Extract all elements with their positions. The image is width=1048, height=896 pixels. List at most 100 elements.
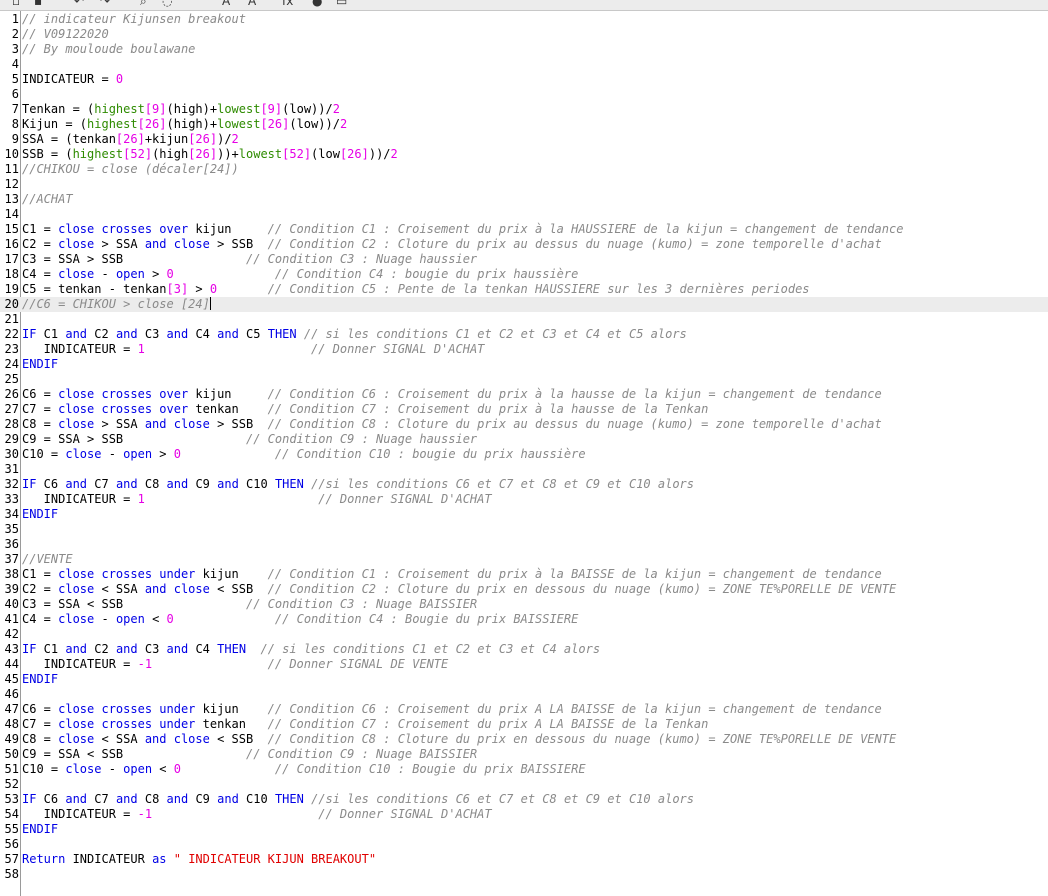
code-line[interactable]: 24 ENDIF <box>0 357 1048 372</box>
code-line[interactable]: 44 INDICATEUR = -1 // Donner SIGNAL DE V… <box>0 657 1048 672</box>
code-text: //ACHAT <box>22 192 73 207</box>
code-line[interactable]: 16 C2 = close > SSA and close > SSB // Co… <box>0 237 1048 252</box>
code-line[interactable]: 7 Tenkan = (highest[9](high)+lowest[9](lo… <box>0 102 1048 117</box>
code-line[interactable]: 19 C5 = tenkan - tenkan[3] > 0 // Conditi… <box>0 282 1048 297</box>
code-line[interactable]: 33 INDICATEUR = 1 // Donner SIGNAL D'ACH… <box>0 492 1048 507</box>
code-line[interactable]: 3// By mouloude boulawane <box>0 42 1048 57</box>
new-file-icon[interactable]: ▫ <box>12 0 20 8</box>
code-line[interactable]: 15 C1 = close crosses over kijun // Condi… <box>0 222 1048 237</box>
code-line[interactable]: 1// indicateur Kijunsen breakout <box>0 12 1048 27</box>
code-line[interactable]: 47 C6 = close crosses under kijun // Cond… <box>0 702 1048 717</box>
number-token: 2 <box>390 147 398 161</box>
code-line[interactable]: 52 <box>0 777 1048 792</box>
code-line[interactable]: 42 <box>0 627 1048 642</box>
function-icon[interactable]: fx <box>282 0 293 8</box>
line-number: 3 <box>11 42 19 56</box>
code-editor[interactable]: 1// indicateur Kijunsen breakout 2// V091… <box>0 12 1048 882</box>
undo-icon[interactable]: ↶ <box>74 0 84 8</box>
code-line[interactable]: 28 C8 = close > SSA and close > SSB // Co… <box>0 417 1048 432</box>
code-line[interactable]: 10 SSB = (highest[52](high[26]))+lowest[5… <box>0 147 1048 162</box>
code-line[interactable]: 25 <box>0 372 1048 387</box>
code-line[interactable]: 53 IF C6 and C7 and C8 and C9 and C10 THE… <box>0 792 1048 807</box>
keyword-token: THEN <box>274 792 304 806</box>
code-text: Return INDICATEUR as " INDICATEUR KIJUN … <box>22 852 376 867</box>
keyword-token: close <box>65 762 102 776</box>
code-line[interactable]: 17 C3 = SSA > SSB // Condition C3 : Nuage… <box>0 252 1048 267</box>
code-line[interactable]: 12 <box>0 177 1048 192</box>
code-line[interactable]: 37//VENTE <box>0 552 1048 567</box>
keyword-token: close <box>58 582 95 596</box>
code-text: SSA = (tenkan[26]+kijun[26])/2 <box>22 132 239 147</box>
code-line[interactable]: 46 <box>0 687 1048 702</box>
open-folder-icon[interactable]: ▪ <box>34 0 42 8</box>
code-line[interactable]: 35 <box>0 522 1048 537</box>
code-line[interactable]: 21 <box>0 312 1048 327</box>
code-line[interactable]: 54 INDICATEUR = -1 // Donner SIGNAL D'AC… <box>0 807 1048 822</box>
code-line[interactable]: 50 C9 = SSA < SSB // Condition C9 : Nuage… <box>0 747 1048 762</box>
help-icon[interactable]: ● <box>312 0 322 8</box>
keyword-token: open <box>115 612 145 626</box>
line-number: 45 <box>4 672 19 686</box>
code-line[interactable]: 23 INDICATEUR = 1 // Donner SIGNAL D'ACH… <box>0 342 1048 357</box>
font-decrease-icon[interactable]: A <box>248 0 256 8</box>
number-token: 1 <box>137 492 145 506</box>
function-token: lowest <box>217 102 261 116</box>
code-line[interactable]: 32 IF C6 and C7 and C8 and C9 and C10 THE… <box>0 477 1048 492</box>
line-number: 17 <box>4 252 19 266</box>
code-line[interactable]: 34 ENDIF <box>0 507 1048 522</box>
code-line[interactable]: 2// V09122020 <box>0 27 1048 42</box>
code-line[interactable]: 49 C8 = close < SSA and close < SSB // Co… <box>0 732 1048 747</box>
code-line[interactable]: 36 <box>0 537 1048 552</box>
keyword-token: ENDIF <box>22 822 59 836</box>
code-text: C10 = close - open > 0 // Condition C10 … <box>22 447 586 462</box>
code-line[interactable]: 57 Return INDICATEUR as " INDICATEUR KIJU… <box>0 852 1048 867</box>
code-line[interactable]: 39 C2 = close < SSA and close < SSB // Co… <box>0 582 1048 597</box>
code-line[interactable]: 31 <box>0 462 1048 477</box>
comment-token: // si les conditions C1 et C2 et C3 et C… <box>260 642 601 656</box>
print-icon[interactable]: ▭ <box>336 0 347 8</box>
code-line[interactable]: 41 C4 = close - open < 0 // Condition C4 … <box>0 612 1048 627</box>
comment-token: // By mouloude boulawane <box>22 42 196 56</box>
code-line[interactable]: 4 <box>0 57 1048 72</box>
code-token: C2 = <box>22 237 59 251</box>
redo-icon[interactable]: ↷ <box>100 0 110 8</box>
code-line[interactable]: 27 C7 = close crosses over tenkan // Cond… <box>0 402 1048 417</box>
function-token: highest <box>72 147 124 161</box>
code-text: //VENTE <box>22 552 73 567</box>
code-token: < <box>152 762 174 776</box>
font-increase-icon[interactable]: A <box>222 0 230 8</box>
code-line[interactable]: 6 <box>0 87 1048 102</box>
code-line[interactable]: 40 C3 = SSA < SSB // Condition C3 : Nuage… <box>0 597 1048 612</box>
code-line[interactable]: 55 ENDIF <box>0 822 1048 837</box>
code-line[interactable]: 22 IF C1 and C2 and C3 and C4 and C5 THEN… <box>0 327 1048 342</box>
code-token: < SSB <box>209 732 268 746</box>
code-line[interactable]: 30 C10 = close - open > 0 // Condition C1… <box>0 447 1048 462</box>
code-token: ))+ <box>217 147 239 161</box>
number-token: 0 <box>166 612 174 626</box>
code-line[interactable]: 11//CHIKOU = close (décaler[24]) <box>0 162 1048 177</box>
code-line[interactable]: 5 INDICATEUR = 0 <box>0 72 1048 87</box>
code-token: C4 <box>188 642 218 656</box>
code-token: C1 <box>36 642 66 656</box>
search-icon[interactable]: ⌕ <box>140 0 147 8</box>
code-line[interactable]: 38 C1 = close crosses under kijun // Cond… <box>0 567 1048 582</box>
code-line[interactable]: 26 C6 = close crosses over kijun // Condi… <box>0 387 1048 402</box>
code-line[interactable]: 20//C6 = CHIKOU > close [24] <box>0 297 1048 312</box>
code-line[interactable]: 8 Kijun = (highest[26](high)+lowest[26](l… <box>0 117 1048 132</box>
code-line[interactable]: 45 ENDIF <box>0 672 1048 687</box>
code-line[interactable]: 48 C7 = close crosses under tenkan // Con… <box>0 717 1048 732</box>
code-line[interactable]: 43 IF C1 and C2 and C3 and C4 THEN // si … <box>0 642 1048 657</box>
code-line[interactable]: 58 <box>0 867 1048 882</box>
code-line[interactable]: 13//ACHAT <box>0 192 1048 207</box>
code-text: C8 = close > SSA and close > SSB // Cond… <box>22 417 882 432</box>
code-line[interactable]: 14 <box>0 207 1048 222</box>
comment-icon[interactable]: ◌ <box>162 0 172 8</box>
code-line[interactable]: 29 C9 = SSA > SSB // Condition C9 : Nuage… <box>0 432 1048 447</box>
code-text: ENDIF <box>22 507 58 522</box>
code-line[interactable]: 18 C4 = close - open > 0 // Condition C4 … <box>0 267 1048 282</box>
code-line[interactable]: 51 C10 = close - open < 0 // Condition C1… <box>0 762 1048 777</box>
line-number: 49 <box>4 732 19 746</box>
code-line[interactable]: 56 <box>0 837 1048 852</box>
code-line[interactable]: 9 SSA = (tenkan[26]+kijun[26])/2 <box>0 132 1048 147</box>
